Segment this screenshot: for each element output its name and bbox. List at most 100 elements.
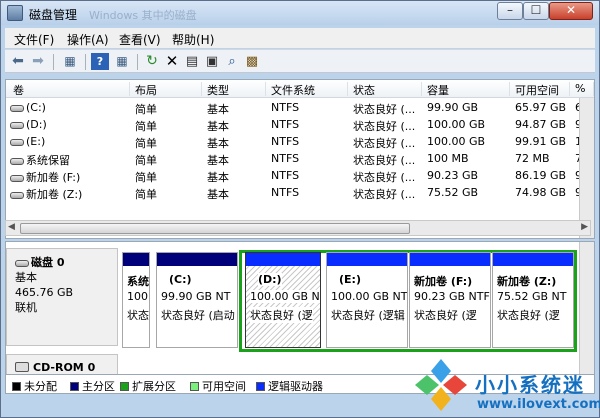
column-header-capacity[interactable]: 容量 <box>424 82 510 97</box>
column-header-layout[interactable]: 布局 <box>132 82 202 97</box>
watermark-logo <box>415 359 467 411</box>
free-space-cell: 74.98 GB <box>515 186 567 199</box>
volume-name: 系统保留 <box>26 154 70 167</box>
partition-d[interactable]: (D:) 100.00 GB N 状态良好 (逻 <box>245 252 321 348</box>
type-cell: 基本 <box>207 171 229 184</box>
menu-action[interactable]: 操作(A) <box>67 31 109 48</box>
disk-graph-vertical-scrollbar[interactable] <box>579 242 594 382</box>
partition-name: 系统 <box>127 275 149 288</box>
help-icon[interactable]: ? <box>91 53 109 70</box>
column-header-percent[interactable]: % <box>572 82 594 96</box>
properties-icon[interactable]: ▤ <box>183 53 201 70</box>
menu-view[interactable]: 查看(V) <box>119 31 161 48</box>
disk-0-label[interactable]: 磁盘 0 基本 465.76 GB 联机 <box>6 248 118 346</box>
column-header-free-space[interactable]: 可用空间 <box>512 82 570 97</box>
layout-cell: 简单 <box>135 188 157 201</box>
capacity-cell: 99.90 GB <box>427 101 479 114</box>
toolbar: ⬅ ➡ ▦ ? ▦ ↻ ✕ ▤ ▣ ⌕ ▩ <box>5 49 595 73</box>
volume-list-vertical-scrollbar[interactable] <box>579 98 594 238</box>
partition-name: 新加卷 (F:) <box>414 275 473 288</box>
table-row[interactable]: (E:) 简单 基本 NTFS 状态良好 (... 100.00 GB 99.9… <box>6 133 594 150</box>
cdrom-name: CD-ROM 0 <box>33 361 96 374</box>
volume-name: (E:) <box>26 135 46 148</box>
type-cell: 基本 <box>207 188 229 201</box>
type-cell: 基本 <box>207 103 229 116</box>
minimize-button[interactable]: – <box>497 2 523 20</box>
partition-status: 状态良好 (逻 <box>250 307 313 323</box>
capacity-cell: 100.00 GB <box>427 118 486 131</box>
explore-icon[interactable]: ▩ <box>243 53 261 70</box>
delete-icon[interactable]: ✕ <box>163 53 181 70</box>
layout-cell: 简单 <box>135 154 157 167</box>
partition-size: 90.23 GB NTF <box>414 290 490 303</box>
window-title-ghost: Windows 其中的磁盘 <box>89 9 197 22</box>
partition-z[interactable]: 新加卷 (Z:) 75.52 GB NT 状态良好 (逻 <box>492 252 574 348</box>
disk-management-icon <box>7 5 23 21</box>
partition-e[interactable]: (E:) 100.00 GB NTF 状态良好 (逻辑 <box>326 252 408 348</box>
open-icon[interactable]: ▣ <box>203 53 221 70</box>
table-row[interactable]: 系统保留 简单 基本 NTFS 状态良好 (... 100 MB 72 MB 7… <box>6 150 594 167</box>
volume-list-horizontal-scrollbar[interactable]: ◀ ▶ <box>5 220 591 236</box>
type-cell: 基本 <box>207 120 229 133</box>
refresh-icon[interactable]: ↻ <box>143 53 161 70</box>
free-space-cell: 65.97 GB <box>515 101 567 114</box>
table-row[interactable]: 新加卷 (Z:) 简单 基本 NTFS 状态良好 (... 75.52 GB 7… <box>6 184 594 201</box>
partition-size: 100.00 GB N <box>250 290 320 303</box>
partition-name: (E:) <box>339 273 361 286</box>
watermark-text: 小小系统迷 <box>475 373 585 397</box>
partition-c[interactable]: (C:) 99.90 GB NT 状态良好 (启动 <box>156 252 238 348</box>
table-row[interactable]: (D:) 简单 基本 NTFS 状态良好 (... 100.00 GB 94.8… <box>6 116 594 133</box>
partition-status: 状态良好 (启动 <box>161 309 235 322</box>
partition-size: 75.52 GB NT <box>497 290 567 303</box>
forward-arrow-icon[interactable]: ➡ <box>29 53 47 70</box>
column-header-status[interactable]: 状态 <box>350 82 422 97</box>
volume-name: 新加卷 (Z:) <box>26 188 83 201</box>
type-cell: 基本 <box>207 137 229 150</box>
partition-status: 状态良好 (逻辑 <box>331 309 405 322</box>
cdrom-icon <box>15 362 29 372</box>
column-header-type[interactable]: 类型 <box>204 82 266 97</box>
capacity-cell: 100.00 GB <box>427 135 486 148</box>
scroll-left-icon[interactable]: ◀ <box>8 222 15 232</box>
table-row[interactable]: (C:) 简单 基本 NTFS 状态良好 (... 99.90 GB 65.97… <box>6 99 594 116</box>
free-space-cell: 99.91 GB <box>515 135 567 148</box>
volume-icon <box>10 104 24 112</box>
search-icon[interactable]: ⌕ <box>223 53 241 70</box>
window-title: 磁盘管理 <box>29 8 78 22</box>
legend-swatch-icon <box>70 382 79 391</box>
status-cell: 状态良好 (... <box>353 137 416 150</box>
partition-name: 新加卷 (Z:) <box>497 275 557 288</box>
menu-help[interactable]: 帮助(H) <box>172 31 214 48</box>
partition-status: 状态 <box>127 309 149 322</box>
menu-bar: 文件(F) 操作(A) 查看(V) 帮助(H) <box>5 28 595 48</box>
title-bar: 磁盘管理 Windows 其中的磁盘 – ☐ ✕ <box>1 1 599 25</box>
filesystem-cell: NTFS <box>271 169 300 182</box>
legend-extended: 扩展分区 <box>120 378 176 394</box>
layout-cell: 简单 <box>135 137 157 150</box>
console-tree-icon[interactable]: ▦ <box>61 53 79 70</box>
disk-name: 磁盘 0 <box>31 256 65 269</box>
partition-f[interactable]: 新加卷 (F:) 90.23 GB NTF 状态良好 (逻 <box>409 252 491 348</box>
table-row[interactable]: 新加卷 (F:) 简单 基本 NTFS 状态良好 (... 90.23 GB 8… <box>6 167 594 184</box>
layout-cell: 简单 <box>135 171 157 184</box>
capacity-cell: 75.52 GB <box>427 186 479 199</box>
scroll-right-icon[interactable]: ▶ <box>581 222 588 232</box>
column-header-filesystem[interactable]: 文件系统 <box>268 82 348 97</box>
partition-size: 100.00 GB NTF <box>331 290 408 303</box>
volume-name: 新加卷 (F:) <box>26 171 81 184</box>
menu-file[interactable]: 文件(F) <box>14 31 54 48</box>
filesystem-cell: NTFS <box>271 101 300 114</box>
properties-grid-icon[interactable]: ▦ <box>113 53 131 70</box>
column-header-volume[interactable]: 卷 <box>10 82 130 97</box>
back-arrow-icon[interactable]: ⬅ <box>9 53 27 70</box>
hard-disk-icon <box>15 259 29 267</box>
free-space-cell: 86.19 GB <box>515 169 567 182</box>
partition-status: 状态良好 (逻 <box>414 309 477 322</box>
layout-cell: 简单 <box>135 120 157 133</box>
maximize-button[interactable]: ☐ <box>523 2 549 20</box>
filesystem-cell: NTFS <box>271 118 300 131</box>
scroll-thumb[interactable] <box>20 223 410 234</box>
close-button[interactable]: ✕ <box>549 2 593 20</box>
legend-free-space: 可用空间 <box>190 378 246 394</box>
partition-system-reserved[interactable]: 系统 100 状态 <box>122 252 150 348</box>
